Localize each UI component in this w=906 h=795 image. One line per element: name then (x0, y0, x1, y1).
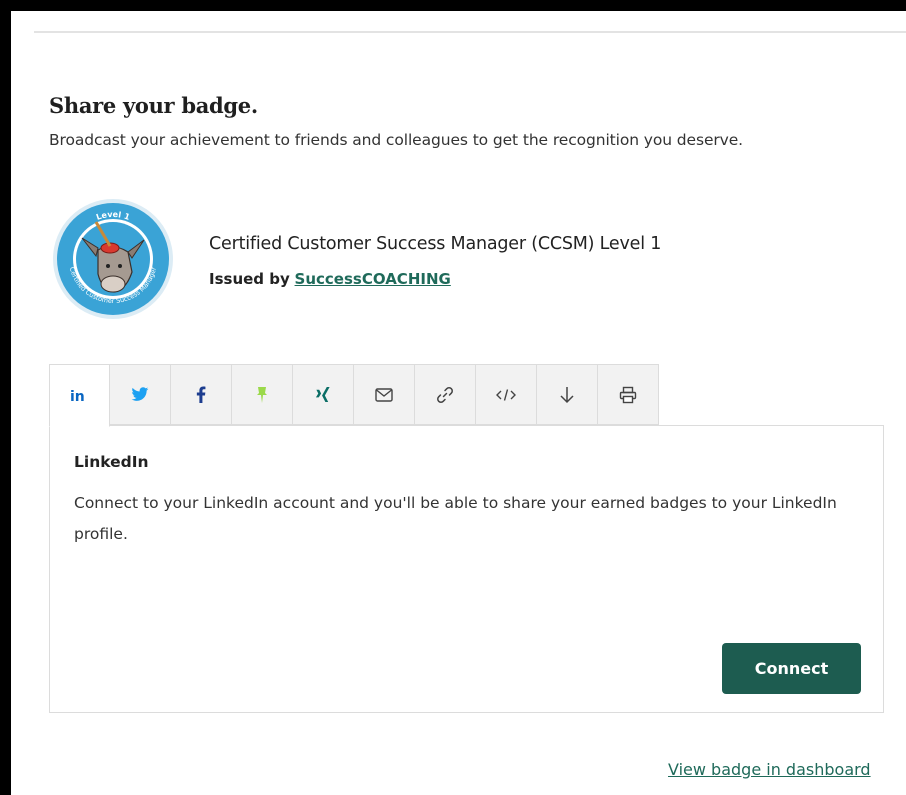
tab-download[interactable] (537, 364, 598, 425)
link-icon (437, 386, 453, 403)
issuer-line: Issued by SuccessCOACHING (209, 270, 451, 288)
tab-facebook[interactable] (171, 364, 232, 425)
frame-top-border (0, 0, 906, 11)
share-title: Share your badge. (49, 93, 258, 118)
tab-email[interactable] (354, 364, 415, 425)
badge-name: Certified Customer Success Manager (CCSM… (209, 234, 662, 254)
tab-xing[interactable] (293, 364, 354, 425)
frame-left-border (0, 0, 11, 795)
pin-icon (257, 386, 267, 403)
panel-title: LinkedIn (74, 453, 149, 471)
xing-icon (315, 386, 330, 403)
tab-twitter[interactable] (110, 364, 171, 425)
facebook-icon (196, 386, 206, 403)
share-subtitle: Broadcast your achievement to friends an… (49, 131, 743, 149)
linkedin-icon: in (70, 389, 85, 404)
tab-print[interactable] (598, 364, 659, 425)
print-icon (619, 386, 637, 403)
tab-linkedin[interactable]: in (49, 364, 110, 427)
panel-description: Connect to your LinkedIn account and you… (74, 494, 837, 543)
tab-link[interactable] (415, 364, 476, 425)
twitter-icon (131, 387, 149, 401)
tab-embed[interactable] (476, 364, 537, 425)
issued-by-label: Issued by (209, 270, 290, 288)
tab-pin[interactable] (232, 364, 293, 425)
donkey-badge-icon: Level 1 Certified Customer Success Manag… (53, 199, 173, 319)
view-dashboard-link[interactable]: View badge in dashboard (668, 760, 871, 779)
code-icon (496, 388, 516, 401)
download-icon (560, 386, 574, 403)
issuer-link[interactable]: SuccessCOACHING (295, 270, 451, 288)
share-panel: LinkedIn Connect to your LinkedIn accoun… (49, 425, 884, 713)
connect-button[interactable]: Connect (722, 643, 861, 694)
svg-text:in: in (70, 389, 85, 404)
top-divider (34, 31, 906, 33)
email-icon (375, 387, 393, 402)
share-tabs: in (49, 364, 659, 427)
